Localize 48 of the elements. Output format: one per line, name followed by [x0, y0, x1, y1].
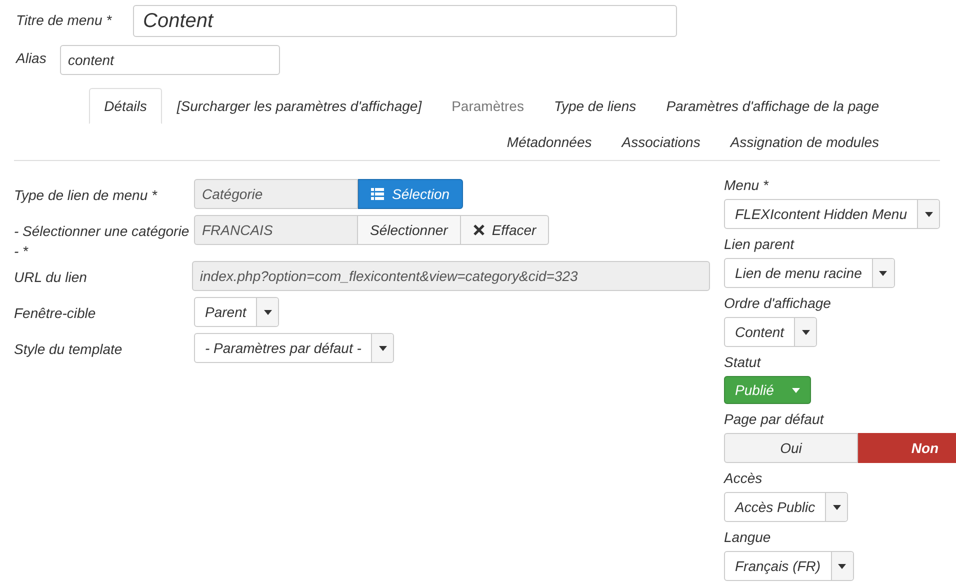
tab[interactable]: Assignation de modules [715, 124, 894, 160]
dropdown[interactable]: FLEXIcontent Hidden Menu [724, 199, 940, 229]
field-label: Fenêtre-cible [14, 304, 97, 323]
caret-icon [924, 212, 932, 216]
select-button[interactable]: Sélection [358, 179, 463, 209]
caret-icon [879, 270, 888, 276]
dropdown[interactable]: Français (FR) [724, 551, 854, 581]
field-label: URL du lien [14, 268, 88, 287]
readonly-field: Catégorie [194, 179, 358, 209]
toggle-option[interactable]: Non [858, 433, 956, 463]
tab[interactable]: Associations [606, 124, 716, 160]
url-field: index.php?option=com_flexicontent&view=category&cid=323 [192, 261, 710, 291]
alias-field[interactable]: content [60, 45, 280, 75]
dropdown[interactable]: Lien de menu racine [724, 258, 895, 288]
tab[interactable]: Paramètres d'affichage de la page [651, 88, 894, 124]
field-label: Lien parent [724, 235, 794, 254]
caret-icon [378, 346, 387, 350]
field-label: Alias [16, 49, 46, 68]
tab[interactable]: Type de liens [538, 88, 652, 124]
caret-icon [792, 388, 800, 392]
caret-icon [802, 330, 810, 334]
list-icon [371, 188, 384, 200]
field-label: Titre de menu * [16, 11, 113, 30]
tab[interactable]: Métadonnées [492, 124, 607, 160]
field-label: Statut [724, 353, 761, 372]
select-button[interactable]: Sélectionner [358, 215, 461, 245]
dropdown[interactable]: Content [724, 317, 818, 347]
field-label: Accès [724, 469, 762, 488]
field-label: Langue [724, 528, 771, 547]
caret-icon [832, 504, 841, 510]
tab[interactable]: Détails [89, 88, 162, 124]
clear-button[interactable]: Effacer [460, 215, 550, 245]
toggle-option[interactable]: Oui [724, 433, 858, 463]
dropdown[interactable]: Parent [194, 297, 280, 327]
readonly-field: FRANCAIS [194, 215, 358, 245]
caret-icon [838, 564, 846, 568]
tab[interactable]: [Surcharger les paramètres d'affichage] [162, 88, 437, 124]
dropdown[interactable]: Accès Public [724, 492, 848, 522]
field-label: Menu * [724, 176, 768, 195]
caret-icon [264, 310, 272, 314]
title-field[interactable]: Content [133, 5, 677, 37]
close-icon [472, 224, 485, 236]
field-label: - Sélectionner une catégorie - * [14, 222, 190, 261]
field-label: Style du template [14, 340, 124, 359]
field-label: Page par défaut [724, 410, 824, 429]
dropdown[interactable]: - Paramètres par défaut - [194, 333, 394, 363]
field-label: Type de lien de menu * [14, 186, 158, 205]
field-label: Ordre d'affichage [724, 294, 831, 313]
